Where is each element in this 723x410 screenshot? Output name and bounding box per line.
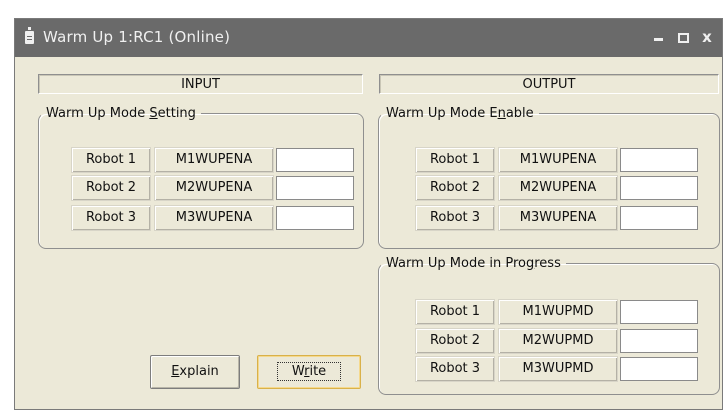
signal-name: M2WUPENA [154,175,274,201]
signal-name: M1WUPENA [498,147,618,173]
value-field[interactable] [620,357,698,381]
robot-label: Robot 1 [71,147,151,173]
minimize-icon[interactable] [649,27,669,47]
output-header: OUTPUT [379,74,719,94]
value-field[interactable] [276,206,354,230]
warm-up-window: Warm Up 1:RC1 (Online) x INPUT OUTPUT Wa… [14,18,723,410]
signal-name: M2WUPMD [498,328,618,354]
warm-up-mode-enable-legend: Warm Up Mode Enable [386,106,534,121]
signal-name: M2WUPENA [498,175,618,201]
robot-label: Robot 2 [415,175,495,201]
document-icon [25,27,34,44]
warm-up-mode-progress-legend: Warm Up Mode in Progress [386,256,561,271]
robot-label: Robot 3 [71,205,151,231]
value-field[interactable] [620,300,698,324]
robot-label: Robot 2 [71,175,151,201]
value-field[interactable] [620,148,698,172]
robot-label: Robot 1 [415,299,495,325]
value-field[interactable] [276,176,354,200]
write-button[interactable]: Write [257,355,361,389]
robot-label: Robot 3 [415,205,495,231]
robot-label: Robot 2 [415,328,495,354]
robot-label: Robot 1 [415,147,495,173]
value-field[interactable] [620,176,698,200]
title-bar[interactable]: Warm Up 1:RC1 (Online) x [15,19,722,57]
input-header: INPUT [38,74,363,94]
robot-label: Robot 3 [415,356,495,382]
warm-up-mode-setting-legend: Warm Up Mode Setting [46,106,196,121]
maximize-icon[interactable] [673,27,693,47]
explain-button[interactable]: Explain [150,355,240,389]
signal-name: M1WUPMD [498,299,618,325]
signal-name: M3WUPMD [498,356,618,382]
value-field[interactable] [620,206,698,230]
signal-name: M1WUPENA [154,147,274,173]
close-icon[interactable]: x [697,27,717,47]
value-field[interactable] [276,148,354,172]
value-field[interactable] [620,329,698,353]
window-title: Warm Up 1:RC1 (Online) [43,28,231,46]
signal-name: M3WUPENA [498,205,618,231]
signal-name: M3WUPENA [154,205,274,231]
